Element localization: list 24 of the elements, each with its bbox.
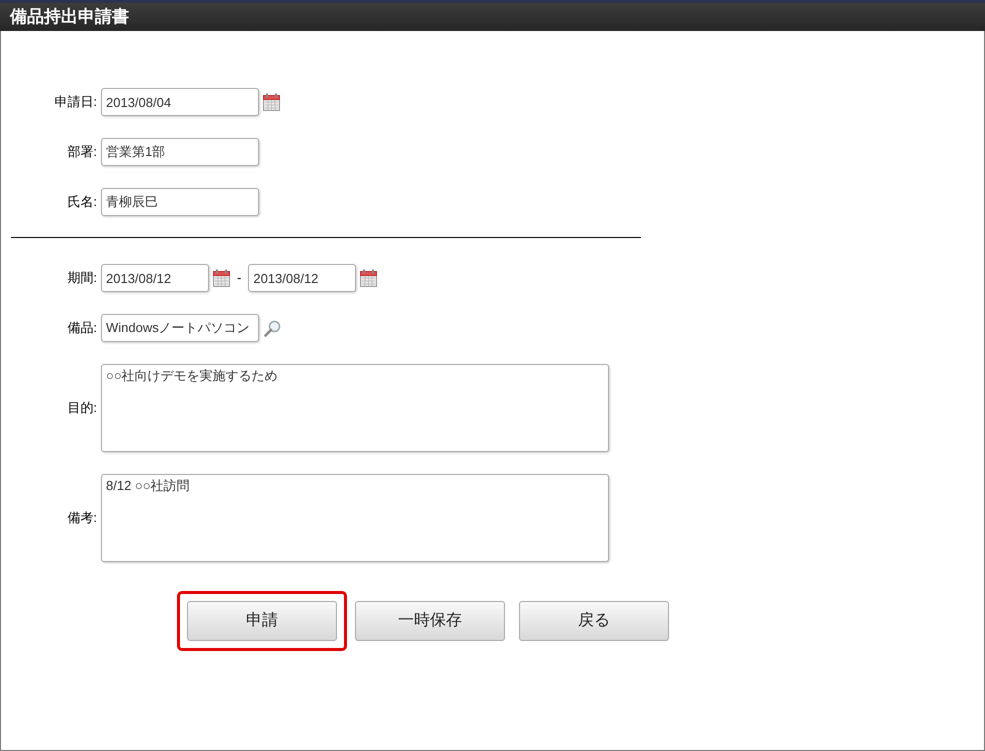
- field-label: 備考:: [66, 509, 98, 528]
- field-label: 目的:: [66, 399, 98, 418]
- field-label: 申請日:: [53, 93, 98, 112]
- text-field[interactable]: 青柳辰巳: [101, 188, 259, 216]
- calendar-icon[interactable]: [360, 269, 378, 287]
- date-field[interactable]: 2013/08/04: [101, 88, 259, 116]
- text-field[interactable]: 営業第1部: [101, 138, 259, 166]
- magnifier-icon[interactable]: [264, 320, 281, 336]
- text-area[interactable]: 8/12 ○○社訪問: [101, 474, 609, 562]
- item-field[interactable]: Windowsノートパソコン: [101, 314, 259, 342]
- calendar-icon[interactable]: [263, 93, 280, 111]
- field-label: 部署:: [66, 143, 98, 162]
- calendar-icon[interactable]: [213, 269, 230, 287]
- field-label: 期間:: [66, 269, 98, 288]
- action-button[interactable]: 一時保存: [355, 601, 505, 641]
- action-button[interactable]: 戻る: [519, 601, 669, 641]
- action-button[interactable]: 申請: [187, 601, 337, 641]
- field-label: 氏名:: [66, 193, 98, 212]
- text-area[interactable]: ○○社向けデモを実施するため: [101, 364, 609, 452]
- date-field[interactable]: 2013/08/12: [101, 264, 209, 292]
- date-field[interactable]: 2013/08/12: [248, 264, 356, 292]
- window-title: 備品持出申請書: [10, 6, 129, 28]
- range-separator: -: [237, 269, 242, 288]
- field-label: 備品:: [66, 319, 98, 338]
